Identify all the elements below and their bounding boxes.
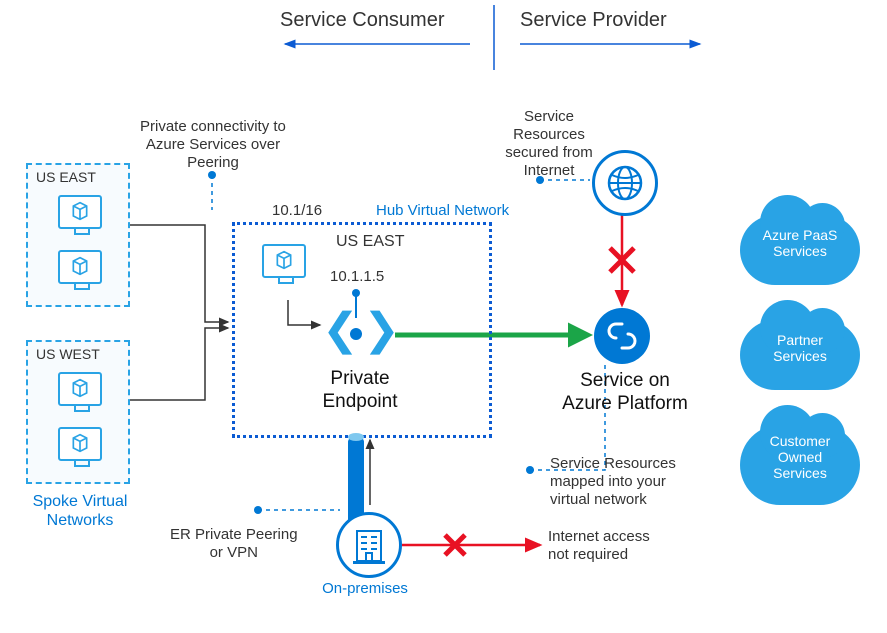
service-label: Service on Azure Platform (560, 370, 690, 416)
spoke-region-label: US EAST (36, 169, 96, 185)
cloud-customer: Customer Owned Services (740, 425, 860, 505)
hub-vm-icon (262, 244, 306, 278)
annotation-secured: Service Resources secured from Internet (504, 108, 594, 180)
vm-icon (58, 372, 102, 406)
vm-icon (58, 250, 102, 284)
vm-icon (58, 195, 102, 229)
private-endpoint-label: Private Endpoint (300, 368, 420, 414)
spoke-box-useast: US EAST (26, 163, 130, 307)
internet-globe-circle (592, 150, 658, 216)
cloud-partner-label: Partner Services (740, 332, 860, 364)
hub-region: US EAST (336, 232, 404, 251)
endpoint-ip: 10.1.1.5 (330, 268, 384, 286)
annotation-peering: Private connectivity to Azure Services o… (140, 118, 286, 172)
pe-dot-icon (350, 328, 362, 340)
spoke-box-uswest: US WEST (26, 340, 130, 484)
cloud-customer-label: Customer Owned Services (740, 433, 860, 481)
hub-cidr: 10.1/16 (272, 202, 322, 220)
private-link-service-icon (594, 308, 650, 364)
spoke-caption: Spoke Virtual Networks (20, 492, 140, 530)
hub-title: Hub Virtual Network (376, 202, 509, 220)
annotation-er-vpn: ER Private Peering or VPN (170, 526, 298, 562)
vm-icon (58, 427, 102, 461)
annotation-internet-not-required: Internet access not required (548, 528, 650, 564)
onprem-label: On-premises (310, 580, 420, 598)
annotation-mapped: Service Resources mapped into your virtu… (550, 455, 676, 509)
onprem-circle (336, 512, 402, 578)
globe-icon (595, 153, 655, 213)
cloud-paas: Azure PaaS Services (740, 215, 860, 285)
cloud-paas-label: Azure PaaS Services (740, 227, 860, 259)
header-provider: Service Provider (520, 8, 667, 32)
header-consumer: Service Consumer (280, 8, 445, 32)
building-icon (339, 515, 399, 575)
cloud-partner: Partner Services (740, 320, 860, 390)
spoke-region-label: US WEST (36, 346, 100, 362)
